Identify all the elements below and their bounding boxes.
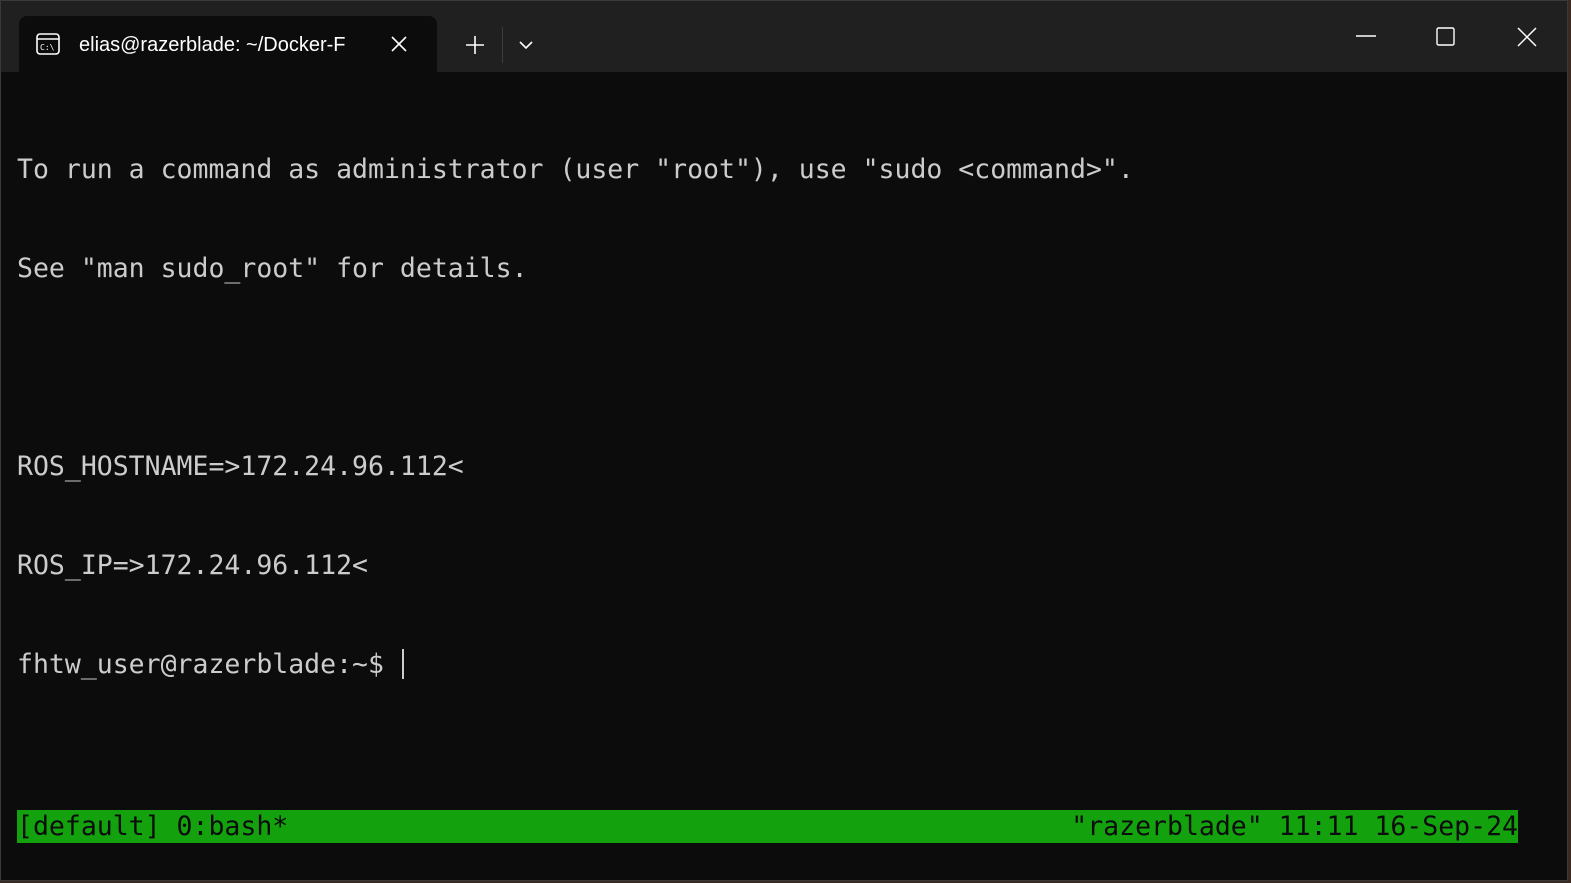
tab-divider (502, 27, 503, 63)
terminal-line: See "man sudo_root" for details. (17, 253, 528, 284)
prompt-line[interactable]: fhtw_user@razerblade:~$ (17, 648, 1537, 681)
title-bar[interactable]: C:\ elias@razerblade: ~/Docker-F (1, 1, 1567, 72)
minimize-icon (1356, 35, 1376, 37)
tmux-status-bar: [default] 0:bash* "razerblade" 11:11 16-… (17, 810, 1518, 843)
terminal-output[interactable]: To run a command as administrator (user … (17, 87, 1537, 747)
chevron-down-icon[interactable] (511, 29, 541, 61)
text-cursor (401, 649, 404, 679)
maximize-icon (1436, 27, 1455, 46)
terminal-line: To run a command as administrator (user … (17, 154, 1134, 185)
terminal-line: ROS_HOSTNAME=>172.24.96.112< (17, 451, 464, 482)
terminal-line: ROS_IP=>172.24.96.112< (17, 550, 368, 581)
svg-text:C:\: C:\ (40, 43, 55, 52)
plus-icon[interactable] (459, 29, 491, 61)
close-icon (1517, 27, 1537, 47)
tab-close-icon[interactable] (387, 32, 411, 56)
close-window-button[interactable] (1487, 1, 1567, 72)
tab-active[interactable]: C:\ elias@razerblade: ~/Docker-F (19, 16, 437, 72)
maximize-button[interactable] (1406, 1, 1486, 72)
terminal-icon: C:\ (35, 31, 61, 57)
status-host-time: "razerblade" 11:11 16-Sep-24 (1071, 811, 1518, 842)
terminal-window: C:\ elias@razerblade: ~/Docker-F To run … (0, 0, 1568, 881)
minimize-button[interactable] (1326, 1, 1406, 72)
tab-title: elias@razerblade: ~/Docker-F (79, 34, 346, 56)
shell-prompt: fhtw_user@razerblade:~$ (17, 649, 400, 680)
status-session: [default] 0:bash* (17, 811, 289, 842)
